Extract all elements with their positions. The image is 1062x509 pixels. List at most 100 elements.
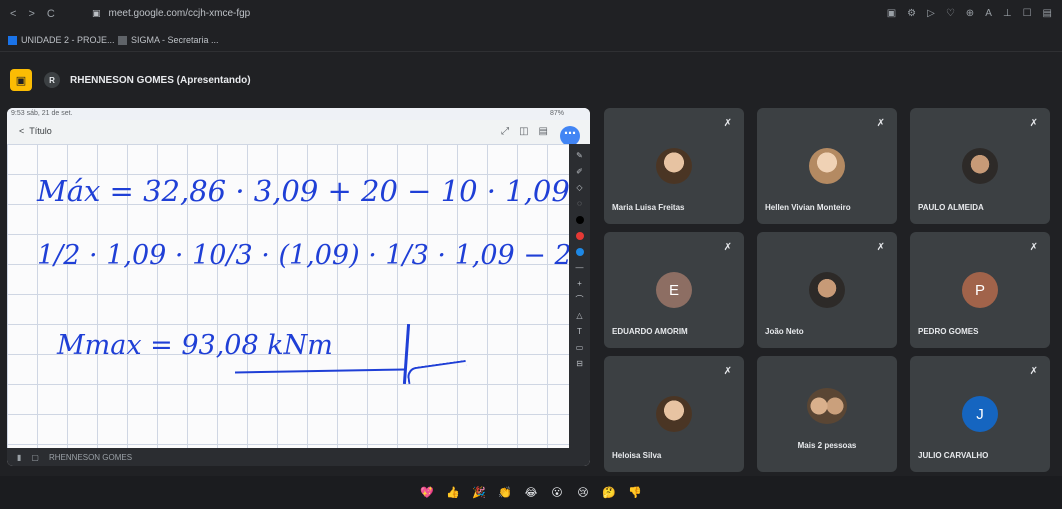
participant-name: PEDRO GOMES [918,327,979,336]
participant-avatar [809,272,845,308]
surprised-reaction-icon[interactable]: 😮 [549,485,565,501]
reaction-bar: 💖 👍 🎉 👏 😂 😮 😢 🤔 👎 [0,476,1062,509]
participant-avatar [962,148,998,184]
participant-initial-avatar: E [656,272,692,308]
participant-name: Hellen Vivian Monteiro [765,203,851,212]
thumbs-down-reaction-icon[interactable]: 👎 [627,485,643,501]
note-tools: ⤢ ◫ ▤ [501,126,548,137]
more-options-icon[interactable]: ⋯ [560,126,580,146]
participant-tile[interactable]: ✗ PAULO ALMEIDA [910,108,1050,224]
note-header: < Título ⤢ ◫ ▤ ⋯ [7,120,590,146]
heart-reaction-icon[interactable]: 💖 [419,485,435,501]
lasso-icon[interactable]: ◌ [577,200,582,208]
back-arrow-icon[interactable]: < [19,126,29,136]
forward-icon[interactable]: > [28,8,34,20]
participant-name: Maria Luisa Freitas [612,203,685,212]
window-icon[interactable]: ☐ [1023,8,1032,19]
status-battery: 87% [549,110,564,117]
settings-icon[interactable]: ⚙ [907,8,916,19]
mic-off-icon: ✗ [876,118,885,129]
back-icon[interactable]: < [10,8,16,20]
pen-icon[interactable]: ✎ [576,152,583,160]
mic-off-icon: ✗ [1029,242,1038,253]
screen-icon[interactable]: ▣ [887,8,896,19]
color-red-swatch[interactable] [575,232,584,240]
handwriting-line-1: Máx = 32,86 · 3,09 + 20 − 10 · 1,09 · 1,… [37,174,590,208]
browser-toolbar: < > C ▣ meet.google.com/ccjh-xmce-fgp ▣ … [0,0,1062,30]
participant-initial-avatar: J [962,396,998,432]
plus-icon[interactable]: + [577,280,582,288]
participant-tile[interactable]: ✗ Heloisa Silva [604,356,744,472]
sad-reaction-icon[interactable]: 😢 [575,485,591,501]
page-icon[interactable]: ▤ [539,126,548,137]
participant-tile-more[interactable]: Mais 2 pessoas [757,356,897,472]
party-reaction-icon[interactable]: 🎉 [471,485,487,501]
presenter-label: RHENNESON GOMES (Apresentando) [70,74,251,86]
menu-icon[interactable]: ▤ [1043,8,1052,19]
bookmark-unidade[interactable]: UNIDADE 2 - PROJE... [8,35,115,45]
presenter-chip[interactable]: R RHENNESON GOMES (Apresentando) [44,72,251,88]
presenter-footer-name: RHENNESON GOMES [48,452,133,462]
more-participants-label: Mais 2 pessoas [797,441,857,450]
mic-off-icon: ✗ [1029,118,1038,129]
participant-name: JULIO CARVALHO [918,451,989,460]
shape-icon[interactable]: △ [576,312,582,320]
pin-icon[interactable]: ▮ [17,453,21,462]
participant-name: João Neto [765,327,804,336]
book-icon[interactable]: ◫ [519,126,528,137]
participant-avatar [656,396,692,432]
participant-tile[interactable]: ✗ João Neto [757,232,897,348]
bookmarks-bar: UNIDADE 2 - PROJE... SIGMA - Secretaria … [0,30,1062,52]
mic-off-icon: ✗ [723,366,732,377]
status-time: 9:53 sáb, 21 de set. [11,110,73,117]
thumbs-up-reaction-icon[interactable]: 👍 [445,485,461,501]
presenter-footer: ▮ ▢ RHENNESON GOMES [7,448,569,466]
tablet-status-bar: 9:53 sáb, 21 de set. 87% [7,108,590,120]
mic-off-icon: ✗ [876,242,885,253]
mic-off-icon: ✗ [723,242,732,253]
participant-name: Heloisa Silva [612,451,662,460]
download-icon[interactable]: ⊥ [1003,8,1012,19]
mic-off-icon: ✗ [723,118,732,129]
shared-screen[interactable]: 9:53 sáb, 21 de set. 87% < Título ⤢ ◫ ▤ … [7,108,590,466]
extension-icon[interactable]: ⊕ [966,8,974,19]
bookmark-sigma[interactable]: SIGMA - Secretaria ... [118,35,219,45]
text-icon[interactable]: T [577,328,582,336]
participant-tile[interactable]: ✗ P PEDRO GOMES [910,232,1050,348]
url-text[interactable]: meet.google.com/ccjh-xmce-fgp [109,8,251,19]
participant-tile[interactable]: ✗ E EDUARDO AMORIM [604,232,744,348]
group-avatar [807,388,847,424]
line-icon[interactable]: — [576,264,584,272]
handwriting-canvas[interactable]: Máx = 32,86 · 3,09 + 20 − 10 · 1,09 · 1,… [7,144,590,458]
participant-tile[interactable]: ✗ J JULIO CARVALHO [910,356,1050,472]
lock-icon: ▣ [92,8,101,18]
ruler-icon[interactable]: ⊟ [576,360,583,368]
color-blue-swatch[interactable] [575,248,584,256]
expand-icon[interactable]: ⤢ [501,126,509,137]
participant-tile[interactable]: ✗ Hellen Vivian Monteiro [757,108,897,224]
translate-icon[interactable]: A [985,8,992,19]
bookmark-label: UNIDADE 2 - PROJE... [21,35,115,45]
participant-initial-avatar: P [962,272,998,308]
color-black-swatch[interactable] [575,216,584,224]
heart-icon[interactable]: ♡ [946,8,955,19]
participant-avatar [809,148,845,184]
fullscreen-icon[interactable]: ▢ [31,453,39,462]
reload-icon[interactable]: C [47,8,55,20]
present-icon[interactable]: ▣ [10,69,32,91]
clap-reaction-icon[interactable]: 👏 [497,485,513,501]
curve-icon[interactable]: ⌒ [576,296,584,304]
highlighter-icon[interactable]: ✐ [576,168,583,176]
note-title-text: Título [29,126,52,136]
participant-avatar [656,148,692,184]
eraser-icon[interactable]: ◇ [576,184,582,192]
image-icon[interactable]: ▭ [576,344,584,352]
address-bar[interactable]: ▣ meet.google.com/ccjh-xmce-fgp [92,8,250,19]
pen-toolbar: ✎ ✐ ◇ ◌ — + ⌒ △ T ▭ ⊟ [569,144,590,466]
thinking-reaction-icon[interactable]: 🤔 [601,485,617,501]
laugh-reaction-icon[interactable]: 😂 [523,485,539,501]
participant-tile[interactable]: ✗ Maria Luisa Freitas [604,108,744,224]
play-icon[interactable]: ▷ [927,8,935,19]
extension-icons: ▣ ⚙ ▷ ♡ ⊕ A ⊥ ☐ ▤ [887,8,1052,19]
mic-off-icon: ✗ [1029,366,1038,377]
